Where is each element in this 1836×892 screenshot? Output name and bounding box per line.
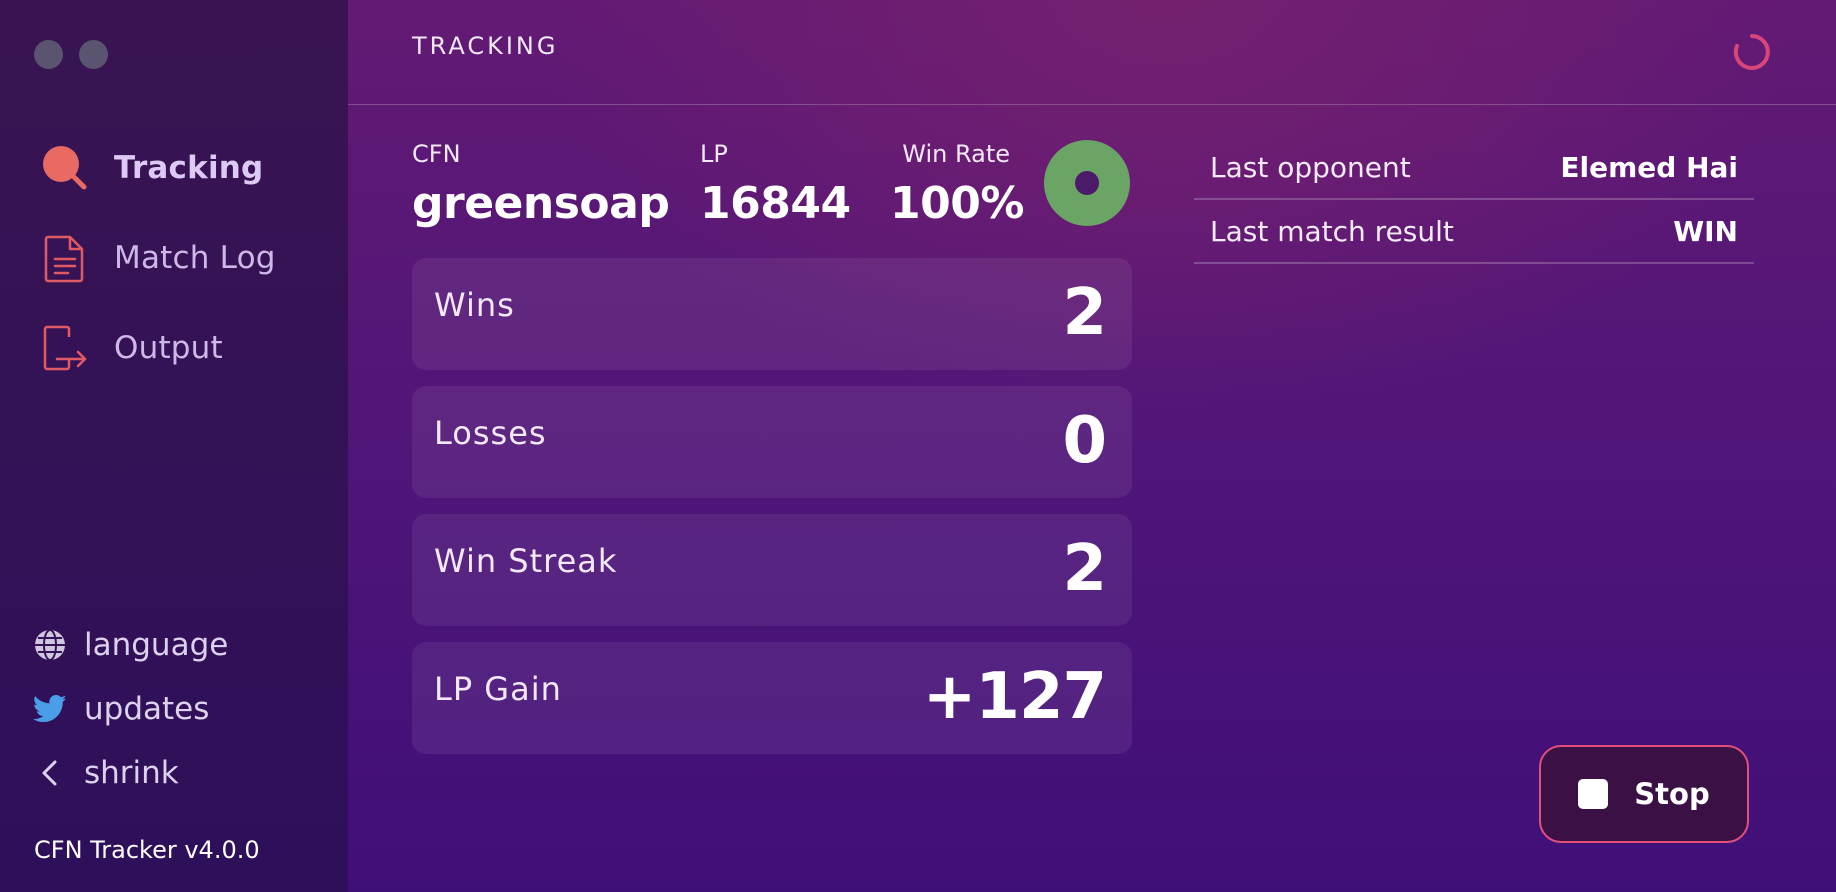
document-icon: [40, 232, 90, 284]
win-rate-block: Win Rate 100%: [890, 140, 1024, 229]
sidebar-item-output[interactable]: Output: [40, 322, 276, 374]
stop-button[interactable]: Stop: [1539, 745, 1749, 843]
last-opponent-label: Last opponent: [1210, 150, 1411, 184]
sidebar: Tracking Match Log Output language updat…: [0, 0, 348, 892]
sidebar-item-label: Match Log: [114, 240, 276, 276]
stat-card-value: 2: [1062, 532, 1107, 606]
export-icon: [40, 322, 90, 374]
last-opponent-value: Elemed Hai: [1560, 150, 1738, 184]
sidebar-footer-links: language updates shrink: [32, 624, 228, 794]
last-result-label: Last match result: [1210, 214, 1454, 248]
shrink-label: shrink: [84, 755, 179, 791]
status-indicator-icon: [1044, 140, 1130, 226]
updates-link-label: updates: [84, 691, 210, 727]
window-controls: [34, 40, 108, 69]
stat-card-value: 2: [1062, 276, 1107, 350]
updates-link[interactable]: updates: [32, 688, 228, 730]
stat-card-win-streak: Win Streak 2: [412, 514, 1132, 626]
last-opponent-row: Last opponent Elemed Hai: [1194, 136, 1754, 200]
stat-card-losses: Losses 0: [412, 386, 1132, 498]
stat-card-value: +127: [922, 660, 1107, 734]
stat-card-label: Wins: [434, 286, 515, 324]
search-icon: [40, 142, 90, 194]
cfn-caption: CFN: [412, 140, 461, 168]
match-info-table: Last opponent Elemed Hai Last match resu…: [1194, 136, 1754, 264]
stat-card-label: Losses: [434, 414, 547, 452]
sidebar-item-match-log[interactable]: Match Log: [40, 232, 276, 284]
stop-icon: [1578, 779, 1609, 809]
spinner-icon: [1732, 32, 1772, 72]
chevron-left-icon: [32, 755, 68, 791]
last-result-value: WIN: [1673, 214, 1738, 248]
globe-icon: [32, 627, 68, 663]
stat-card-label: Win Streak: [434, 542, 618, 580]
window-close-button[interactable]: [34, 40, 63, 69]
main-panel: TRACKING CFN greensoap LP 16844 Win Rate…: [348, 0, 1836, 892]
stop-button-label: Stop: [1634, 777, 1710, 811]
language-link[interactable]: language: [32, 624, 228, 666]
sidebar-item-label: Output: [114, 330, 223, 366]
stat-card-lp-gain: LP Gain +127: [412, 642, 1132, 754]
window-minimize-button[interactable]: [79, 40, 108, 69]
sidebar-item-tracking[interactable]: Tracking: [40, 142, 276, 194]
lp-caption: LP: [700, 140, 728, 168]
page-title: TRACKING: [412, 32, 559, 60]
win-rate-value: 100%: [890, 178, 1024, 229]
lp-value: 16844: [700, 178, 851, 229]
top-bar: TRACKING: [348, 0, 1836, 105]
stat-card-value: 0: [1062, 404, 1107, 478]
twitter-icon: [32, 691, 68, 727]
win-rate-caption: Win Rate: [902, 140, 1010, 168]
cfn-block: CFN greensoap: [412, 140, 670, 229]
stat-card-label: LP Gain: [434, 670, 562, 708]
shrink-button[interactable]: shrink: [32, 752, 228, 794]
sidebar-item-label: Tracking: [114, 150, 264, 186]
stat-card-wins: Wins 2: [412, 258, 1132, 370]
cfn-name: greensoap: [412, 178, 670, 229]
sidebar-nav: Tracking Match Log Output: [40, 142, 276, 374]
app-version: CFN Tracker v4.0.0: [34, 836, 260, 864]
app-window: Tracking Match Log Output language updat…: [0, 0, 1836, 892]
language-link-label: language: [84, 627, 229, 663]
lp-block: LP 16844: [700, 140, 851, 229]
stat-cards: Wins 2 Losses 0 Win Streak 2 LP Gain +12…: [412, 258, 1132, 754]
last-result-row: Last match result WIN: [1194, 200, 1754, 264]
